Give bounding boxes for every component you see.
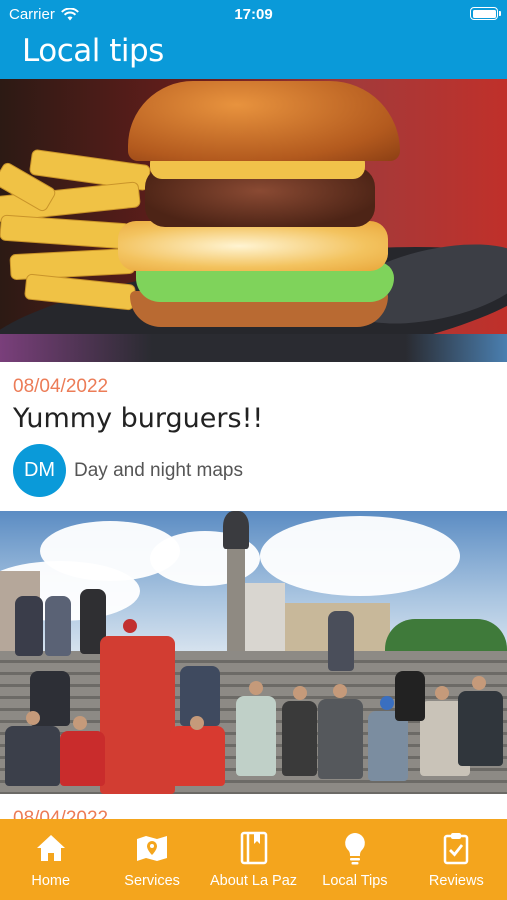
tip-image-plaza[interactable] — [0, 511, 507, 794]
tip-title[interactable]: Yummy burguers!! — [13, 403, 263, 434]
home-icon — [33, 830, 69, 866]
clipboard-check-icon — [438, 830, 474, 866]
tips-feed[interactable]: 08/04/2022 Yummy burguers!! DM Day and n… — [0, 79, 507, 819]
status-bar: Carrier 17:09 — [0, 0, 507, 28]
app-header: Carrier 17:09 Local tips — [0, 0, 507, 79]
tip-image-burger[interactable] — [0, 79, 507, 362]
book-icon — [236, 830, 272, 866]
tip-card[interactable]: 08/04/2022 Yummy burguers!! DM Day and n… — [0, 79, 507, 511]
tab-bar: Home Services About La Paz Local Tips Re… — [0, 819, 507, 900]
tip-author[interactable]: DM Day and night maps — [13, 444, 243, 497]
tab-label: Services — [124, 873, 180, 889]
tip-date: 08/04/2022 — [13, 376, 109, 397]
tip-card[interactable]: 08/04/2022 — [0, 511, 507, 819]
author-name: Day and night maps — [74, 459, 243, 481]
battery-icon — [470, 7, 501, 20]
lightbulb-icon — [337, 830, 373, 866]
tab-label: Local Tips — [322, 873, 388, 889]
tab-label: Reviews — [428, 873, 484, 889]
tab-local-tips[interactable]: Local Tips — [304, 819, 405, 900]
tip-date: 08/04/2022 — [13, 808, 109, 819]
statue — [223, 511, 249, 549]
tab-label: About La Paz — [209, 873, 298, 889]
status-time: 17:09 — [234, 6, 273, 23]
map-pin-icon — [134, 830, 170, 866]
tab-label: Home — [31, 873, 71, 889]
tab-reviews[interactable]: Reviews — [406, 819, 507, 900]
page-title: Local tips — [22, 33, 164, 69]
tab-about-la-paz[interactable]: About La Paz — [203, 819, 304, 900]
avatar: DM — [13, 444, 66, 497]
tab-services[interactable]: Services — [101, 819, 202, 900]
tab-home[interactable]: Home — [0, 819, 101, 900]
